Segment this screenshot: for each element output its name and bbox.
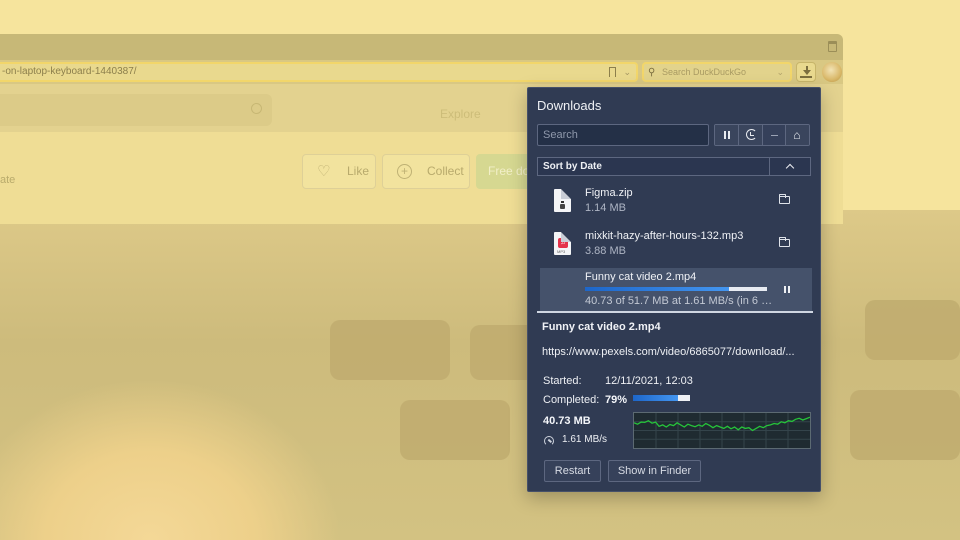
- like-label: Like: [347, 164, 370, 178]
- detail-title: Funny cat video 2.mp4: [542, 321, 661, 333]
- item-progress-bar: [585, 287, 767, 291]
- pause-all-button[interactable]: [715, 125, 739, 145]
- item-size: 1.14 MB: [585, 202, 626, 214]
- search-icon: [251, 103, 262, 114]
- broom-icon: ⌂: [793, 128, 801, 142]
- chevron-up-icon: [785, 163, 795, 173]
- zip-file-icon: [554, 189, 571, 212]
- minus-icon: [770, 135, 778, 137]
- item-progress-text: 40.73 of 51.7 MB at 1.61 MB/s (in 6 …: [585, 295, 773, 307]
- mp3-file-icon: ♫ MP3: [554, 232, 571, 255]
- zip-strip: [561, 189, 564, 205]
- search-engine-box[interactable]: ⚲ Search DuckDuckGo ⌄: [642, 62, 792, 82]
- show-in-finder-button[interactable]: Show in Finder: [608, 460, 701, 482]
- address-text: -on-laptop-keyboard-1440387/: [2, 66, 137, 77]
- panel-title: Downloads: [537, 98, 602, 113]
- heart-icon: ♡: [317, 163, 331, 180]
- downloads-panel: Downloads ⌂ Sort by Date Figma.zip 1.14 …: [527, 87, 821, 492]
- retry-icon: [745, 129, 757, 140]
- collect-button[interactable]: + Collect: [382, 154, 470, 189]
- avatar[interactable]: [822, 62, 842, 82]
- remove-button[interactable]: [762, 125, 787, 145]
- search-engine-placeholder: Search DuckDuckGo: [662, 67, 747, 77]
- started-value: 12/11/2021, 12:03: [605, 375, 693, 387]
- browser-toolbar: -on-laptop-keyboard-1440387/ ⌄ ⚲ Search …: [0, 60, 843, 84]
- like-button[interactable]: ♡ Like: [302, 154, 376, 189]
- plus-circle-icon: +: [397, 164, 412, 179]
- speed-value: 1.61 MB/s: [562, 434, 608, 445]
- download-tray: [800, 76, 812, 78]
- item-name: Figma.zip: [585, 187, 633, 199]
- download-item[interactable]: Figma.zip 1.14 MB: [540, 185, 812, 225]
- browser-titlebar: [0, 34, 843, 60]
- detail-url[interactable]: https://www.pexels.com/video/6865077/dow…: [542, 346, 795, 358]
- restart-button[interactable]: Restart: [544, 460, 601, 482]
- completed-progress-bar: [633, 395, 690, 401]
- sort-label: Sort by Date: [543, 161, 602, 172]
- started-label: Started:: [543, 375, 582, 387]
- download-item-active[interactable]: Funny cat video 2.mp4 40.73 of 51.7 MB a…: [540, 268, 812, 311]
- item-name: Funny cat video 2.mp4: [585, 271, 697, 283]
- item-progress-fill: [585, 287, 729, 291]
- clear-list-button[interactable]: ⌂: [786, 125, 809, 145]
- downloaded-size: 40.73 MB: [543, 415, 591, 427]
- zip-lock: [560, 204, 565, 209]
- download-item[interactable]: ♫ MP3 mixkit-hazy-after-hours-132.mp3 3.…: [540, 228, 812, 268]
- search-icon: ⚲: [648, 67, 656, 78]
- retry-all-button[interactable]: [738, 125, 763, 145]
- mp3-label: MP3: [557, 249, 566, 254]
- page-text-fragment: ate: [0, 174, 16, 186]
- site-search-bar[interactable]: [0, 94, 272, 126]
- folder-icon[interactable]: [778, 236, 790, 247]
- item-name: mixkit-hazy-after-hours-132.mp3: [585, 230, 744, 242]
- speedometer-icon: [544, 436, 554, 446]
- completed-progress-fill: [633, 395, 679, 401]
- keyboard-key: [400, 400, 510, 460]
- pause-icon[interactable]: [784, 286, 790, 293]
- completed-value: 79%: [605, 394, 628, 406]
- keyboard-key: [330, 320, 450, 380]
- bookmark-icon[interactable]: [609, 67, 616, 77]
- explore-link[interactable]: Explore: [440, 107, 481, 121]
- divider: [537, 311, 813, 313]
- collect-label: Collect: [427, 164, 464, 178]
- completed-label: Completed:: [543, 394, 600, 406]
- keyboard-key: [850, 390, 960, 460]
- sort-bar[interactable]: Sort by Date: [537, 157, 811, 176]
- download-controls: ⌂: [714, 124, 810, 146]
- speed-graph-svg: [634, 413, 810, 448]
- chevron-down-icon[interactable]: ⌄: [776, 64, 784, 80]
- speed-graph: [633, 412, 811, 449]
- trash-icon[interactable]: [828, 41, 837, 52]
- item-size: 3.88 MB: [585, 245, 626, 257]
- keyboard-key: [865, 300, 960, 360]
- sort-direction-toggle[interactable]: [769, 158, 810, 175]
- downloads-search-input[interactable]: [537, 124, 709, 146]
- pause-icon: [724, 131, 730, 139]
- chevron-down-icon[interactable]: ⌄: [623, 64, 631, 80]
- address-bar[interactable]: -on-laptop-keyboard-1440387/ ⌄: [0, 62, 638, 82]
- music-note-icon: ♫: [558, 238, 568, 248]
- downloads-toolbar-button[interactable]: [796, 62, 816, 82]
- folder-icon[interactable]: [778, 193, 790, 204]
